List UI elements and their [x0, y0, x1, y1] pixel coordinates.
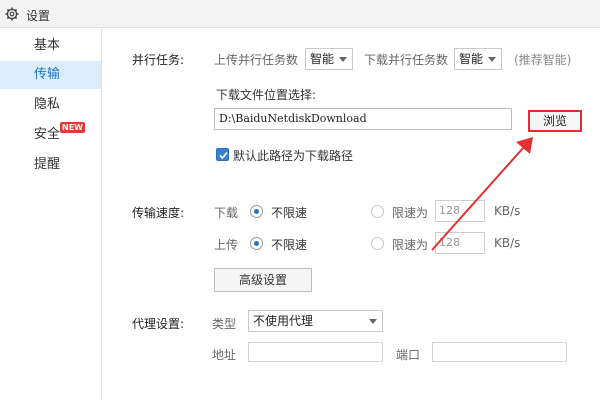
download-unlimited-label: 不限速 [271, 206, 308, 220]
proxy-port-input[interactable] [432, 342, 567, 362]
sidebar-item-label: 基本 [34, 38, 61, 53]
download-parallel-select[interactable]: 智能 [454, 48, 502, 70]
proxy-section-label: 代理设置: [132, 317, 185, 331]
chevron-down-icon [369, 319, 377, 324]
window-title: 设置 [26, 9, 51, 23]
parallel-section-label: 并行任务: [132, 53, 185, 67]
proxy-type-label: 类型 [212, 317, 237, 331]
sidebar-item-label: 传输 [34, 67, 61, 82]
upload-speed-label: 上传 [214, 238, 239, 252]
proxy-port-label: 端口 [396, 348, 421, 362]
sidebar-item-label: 提醒 [34, 157, 61, 172]
sidebar-item-transfer[interactable]: 传输 [0, 61, 101, 89]
upload-parallel-value: 智能 [310, 52, 335, 66]
proxy-address-label: 地址 [212, 348, 237, 362]
gear-icon [5, 7, 19, 21]
proxy-type-select[interactable]: 不使用代理 [248, 310, 383, 332]
download-parallel-value: 智能 [459, 52, 484, 66]
sidebar-item-label: 安全 [34, 127, 61, 142]
sidebar-item-label: 隐私 [34, 97, 61, 112]
upload-limit-label: 限速为 [392, 238, 429, 252]
browse-button[interactable]: 浏览 [528, 110, 582, 132]
download-limit-unit: KB/s [494, 204, 521, 218]
upload-limit-radio[interactable] [371, 237, 384, 250]
sidebar: 基本 传输 隐私 安全 NEW 提醒 [0, 29, 102, 400]
upload-parallel-select[interactable]: 智能 [305, 48, 353, 70]
download-limit-label: 限速为 [392, 206, 429, 220]
title-bar: 设置 [0, 0, 600, 28]
upload-parallel-label: 上传并行任务数 [214, 53, 299, 67]
default-path-checkbox[interactable] [216, 148, 229, 161]
new-badge: NEW [60, 122, 85, 133]
parallel-hint: (推荐智能) [514, 53, 572, 67]
speed-section-label: 传输速度: [132, 206, 185, 220]
sidebar-item-reminder[interactable]: 提醒 [0, 151, 101, 179]
check-icon [219, 151, 228, 160]
upload-limit-input[interactable]: 128 [435, 232, 485, 254]
sidebar-item-security[interactable]: 安全 NEW [0, 121, 101, 149]
upload-unlimited-label: 不限速 [271, 238, 308, 252]
upload-limit-unit: KB/s [494, 236, 521, 250]
chevron-down-icon [488, 57, 496, 62]
sidebar-item-privacy[interactable]: 隐私 [0, 91, 101, 119]
chevron-down-icon [339, 57, 347, 62]
download-limit-radio[interactable] [371, 205, 384, 218]
download-location-label: 下载文件位置选择: [216, 88, 317, 102]
download-path-input[interactable]: D:\BaiduNetdiskDownload [214, 108, 512, 130]
download-speed-label: 下载 [214, 206, 239, 220]
proxy-type-value: 不使用代理 [253, 314, 314, 328]
upload-unlimited-radio[interactable] [250, 237, 263, 250]
download-parallel-label: 下载并行任务数 [364, 53, 449, 67]
default-path-label: 默认此路径为下载路径 [233, 149, 354, 163]
download-unlimited-radio[interactable] [250, 205, 263, 218]
download-limit-input[interactable]: 128 [435, 200, 485, 222]
advanced-settings-button[interactable]: 高级设置 [214, 268, 312, 292]
proxy-address-input[interactable] [248, 342, 383, 362]
sidebar-item-basic[interactable]: 基本 [0, 32, 101, 60]
